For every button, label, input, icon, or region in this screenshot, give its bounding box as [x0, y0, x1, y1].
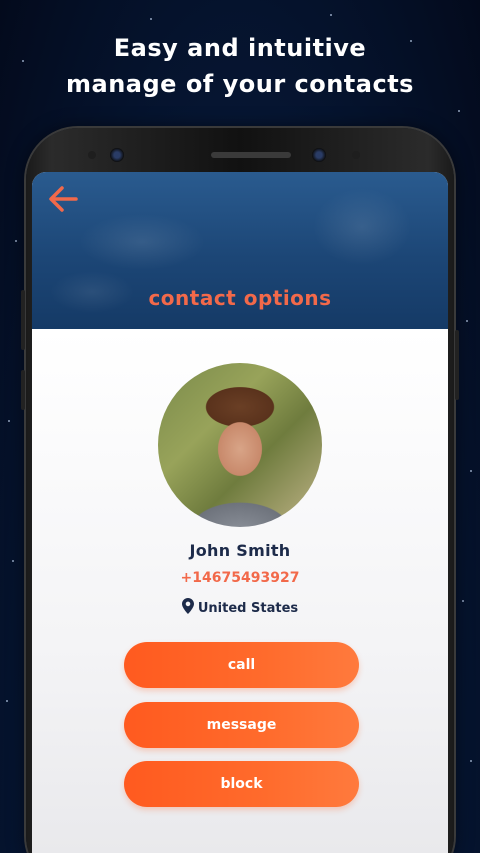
bixby-button — [21, 370, 25, 410]
call-button[interactable]: call — [124, 642, 359, 688]
contact-avatar — [158, 363, 322, 527]
phone-sensor-right — [352, 151, 360, 159]
contact-phone-number[interactable]: +14675493927 — [32, 570, 448, 586]
phone-speaker — [211, 152, 291, 158]
promo-headline: Easy and intuitive manage of your contac… — [0, 30, 480, 102]
arrow-left-icon — [49, 186, 78, 212]
block-button[interactable]: block — [124, 761, 359, 807]
front-camera — [110, 148, 124, 162]
contact-details: John Smith +14675493927 United States ca… — [32, 329, 448, 853]
power-button — [455, 330, 459, 400]
volume-button — [21, 290, 25, 350]
contact-location: United States — [32, 598, 448, 616]
phone-sensor — [88, 151, 96, 159]
map-pin-icon — [181, 598, 194, 614]
contact-name: John Smith — [189, 541, 291, 560]
front-camera-secondary — [312, 148, 326, 162]
message-button[interactable]: message — [124, 702, 359, 748]
phone-screen: contact options John Smith +14675493927 … — [32, 172, 448, 853]
promo-line-1: Easy and intuitive — [113, 34, 367, 62]
promo-line-2: manage of your contacts — [66, 70, 414, 98]
contact-country: United States — [197, 601, 299, 616]
page-title: contact options — [148, 286, 332, 310]
back-button[interactable] — [46, 184, 80, 214]
app-header: contact options — [32, 172, 448, 329]
